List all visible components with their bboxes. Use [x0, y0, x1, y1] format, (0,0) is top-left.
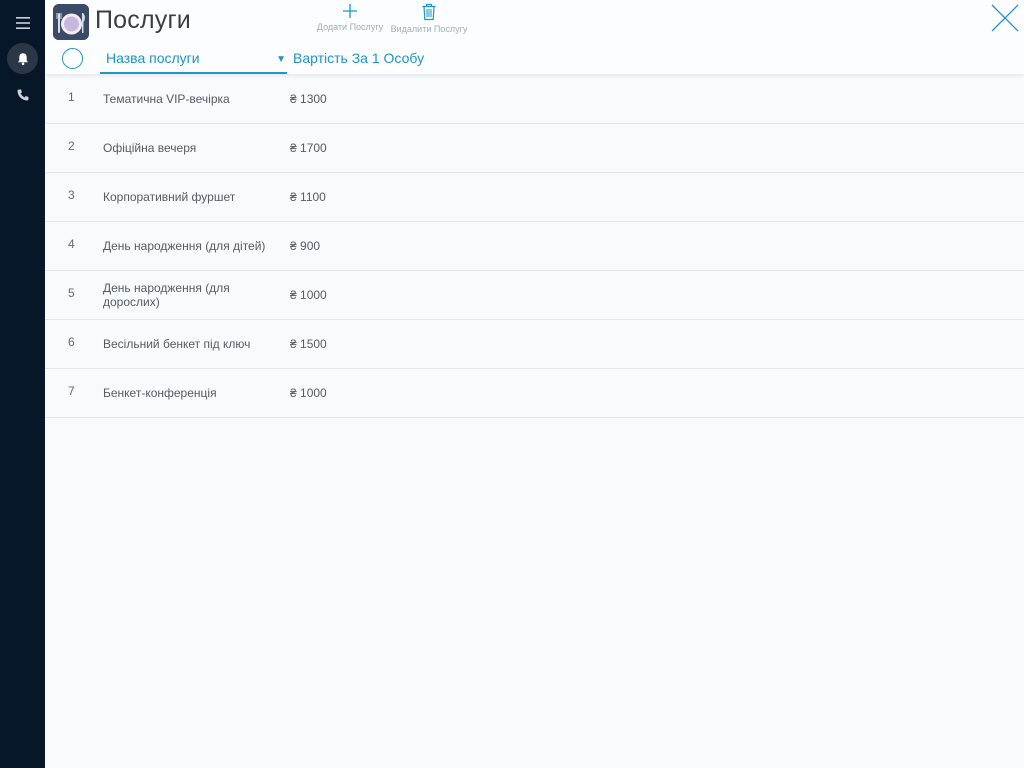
- price-value: 1000: [300, 288, 327, 302]
- row-number: 7: [68, 384, 75, 398]
- currency-symbol: ₴: [290, 337, 297, 351]
- service-name: Тематична VIP-вечірка: [103, 92, 230, 106]
- table-row[interactable]: 6 Весільний бенкет під ключ ₴ 1500: [45, 320, 1024, 369]
- menu-button[interactable]: [7, 7, 38, 38]
- phone-icon: [17, 89, 28, 100]
- menu-icon: [15, 16, 30, 29]
- trash-icon: [422, 3, 436, 21]
- services-list: 1 Тематична VIP-вечірка ₴ 1300 2 Офіційн…: [45, 75, 1024, 418]
- notifications-button[interactable]: [7, 43, 38, 74]
- row-number: 2: [68, 139, 75, 153]
- currency-symbol: ₴: [290, 386, 297, 400]
- currency-symbol: ₴: [290, 141, 297, 155]
- service-price: ₴ 1500: [290, 320, 327, 368]
- table-row[interactable]: 7 Бенкет-конференція ₴ 1000: [45, 369, 1024, 418]
- table-row[interactable]: 2 Офіційна вечеря ₴ 1700: [45, 124, 1024, 173]
- column-name-label: Назва послуги: [106, 50, 200, 66]
- service-name: Весільний бенкет під ключ: [103, 337, 251, 351]
- service-price: ₴ 1100: [290, 173, 326, 221]
- main-panel: Послуги Додати Послугу Видалити Послугу …: [45, 0, 1024, 768]
- close-button[interactable]: [991, 4, 1019, 32]
- delete-service-label: Видалити Послугу: [390, 24, 468, 34]
- service-price: ₴ 1700: [290, 124, 327, 172]
- column-header-name[interactable]: Назва послуги ▼: [100, 45, 287, 74]
- row-number: 6: [68, 335, 75, 349]
- plate-cutlery-icon: [53, 4, 89, 40]
- price-value: 1500: [300, 337, 327, 351]
- row-number: 5: [68, 286, 75, 300]
- add-service-button[interactable]: Додати Послугу: [316, 3, 384, 32]
- price-value: 900: [300, 239, 321, 253]
- price-value: 1000: [300, 386, 327, 400]
- table-row[interactable]: 5 День народження (для дорослих) ₴ 1000: [45, 271, 1024, 320]
- service-price: ₴ 1000: [290, 271, 327, 319]
- price-value: 1300: [300, 92, 327, 106]
- price-value: 1100: [300, 190, 326, 204]
- column-header-price[interactable]: Вартість За 1 Особу: [293, 50, 424, 66]
- phone-button[interactable]: [7, 79, 38, 110]
- header: Послуги Додати Послугу Видалити Послугу …: [45, 0, 1024, 74]
- app-icon: [53, 4, 89, 40]
- currency-symbol: ₴: [290, 92, 297, 106]
- page-title: Послуги: [95, 6, 191, 34]
- table-row[interactable]: 1 Тематична VIP-вечірка ₴ 1300: [45, 75, 1024, 124]
- sidebar: [0, 0, 45, 768]
- service-name: День народження (для дітей): [103, 239, 266, 253]
- currency-symbol: ₴: [290, 239, 297, 253]
- service-name: Бенкет-конференція: [103, 386, 217, 400]
- bell-icon: [17, 52, 28, 65]
- row-number: 1: [68, 90, 75, 104]
- service-price: ₴ 1300: [290, 75, 327, 123]
- close-icon: [991, 4, 1019, 32]
- sort-down-icon: ▼: [276, 54, 286, 65]
- service-name: Офіційна вечеря: [103, 141, 197, 155]
- plus-icon: [343, 4, 357, 18]
- select-all-checkbox[interactable]: [62, 48, 83, 69]
- delete-service-button[interactable]: Видалити Послугу: [390, 3, 468, 34]
- service-price: ₴ 1000: [290, 369, 327, 417]
- price-value: 1700: [300, 141, 327, 155]
- service-name: День народження (для дорослих): [103, 281, 230, 309]
- add-service-label: Додати Послугу: [316, 22, 384, 32]
- table-row[interactable]: 3 Корпоративний фуршет ₴ 1100: [45, 173, 1024, 222]
- row-number: 4: [68, 237, 75, 251]
- service-price: ₴ 900: [290, 222, 320, 270]
- table-row[interactable]: 4 День народження (для дітей) ₴ 900: [45, 222, 1024, 271]
- currency-symbol: ₴: [290, 288, 297, 302]
- service-name: Корпоративний фуршет: [103, 190, 236, 204]
- row-number: 3: [68, 188, 75, 202]
- currency-symbol: ₴: [290, 190, 297, 204]
